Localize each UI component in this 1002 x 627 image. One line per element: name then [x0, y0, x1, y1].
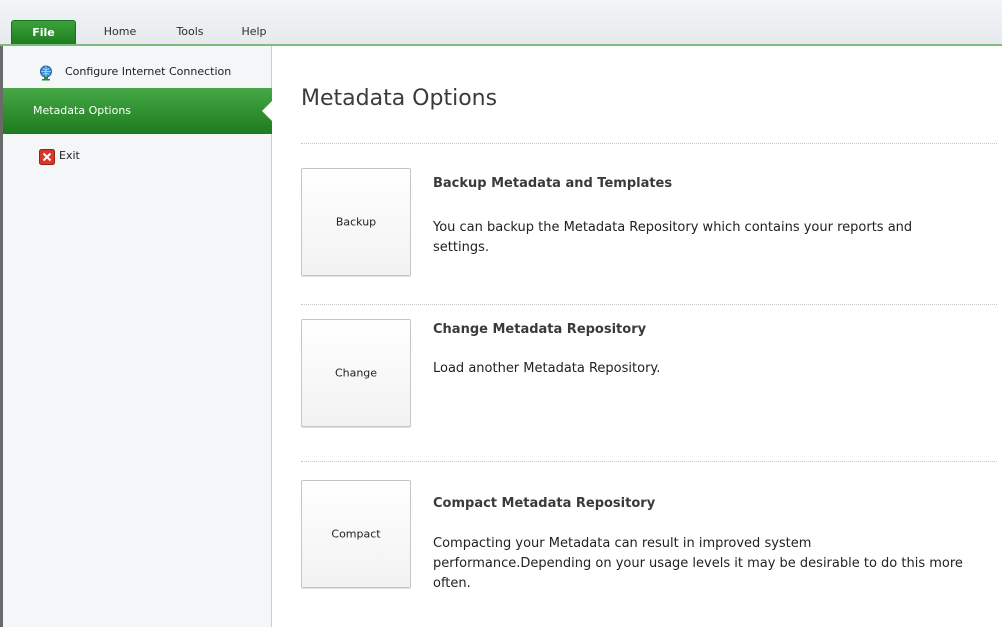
- backup-heading: Backup Metadata and Templates: [433, 176, 673, 191]
- tab-file[interactable]: File: [11, 20, 76, 44]
- divider: [301, 304, 997, 305]
- selected-arrow-icon: [262, 100, 273, 122]
- ribbon-tab-bar: File Home Tools Help: [0, 0, 1002, 46]
- globe-icon: [38, 65, 54, 81]
- tab-help[interactable]: Help: [236, 20, 272, 44]
- compact-heading: Compact Metadata Repository: [433, 496, 656, 511]
- compact-button[interactable]: Compact: [301, 480, 411, 588]
- backup-description: You can backup the Metadata Repository w…: [433, 220, 913, 255]
- compact-button-label: Compact: [331, 527, 381, 541]
- sidebar-item-exit[interactable]: Exit: [3, 143, 272, 169]
- divider: [301, 461, 997, 462]
- sidebar-item-configure-internet-connection[interactable]: Configure Internet Connection: [3, 59, 272, 85]
- backstage-sidebar: Configure Internet Connection Metadata O…: [0, 46, 273, 627]
- main-panel: Metadata Options Backup Backup Metadata …: [273, 46, 1002, 627]
- sidebar-item-label: Exit: [59, 149, 80, 162]
- sidebar-item-label: Metadata Options: [33, 104, 132, 117]
- change-description: Load another Metadata Repository.: [433, 361, 661, 376]
- page-title: Metadata Options: [301, 86, 498, 111]
- sidebar-item-label: Configure Internet Connection: [65, 65, 232, 78]
- tab-tools[interactable]: Tools: [170, 20, 210, 44]
- change-heading: Change Metadata Repository: [433, 322, 647, 337]
- app-window: File Home Tools Help Configure Internet …: [0, 0, 1002, 627]
- backup-button[interactable]: Backup: [301, 168, 411, 276]
- compact-description: Compacting your Metadata can result in i…: [433, 536, 963, 591]
- backup-button-label: Backup: [335, 215, 377, 229]
- sidebar-item-metadata-options[interactable]: Metadata Options: [3, 88, 273, 134]
- tab-home[interactable]: Home: [100, 20, 140, 44]
- exit-icon: [39, 149, 55, 165]
- change-button[interactable]: Change: [301, 319, 411, 427]
- change-button-label: Change: [334, 366, 378, 380]
- divider: [301, 143, 997, 144]
